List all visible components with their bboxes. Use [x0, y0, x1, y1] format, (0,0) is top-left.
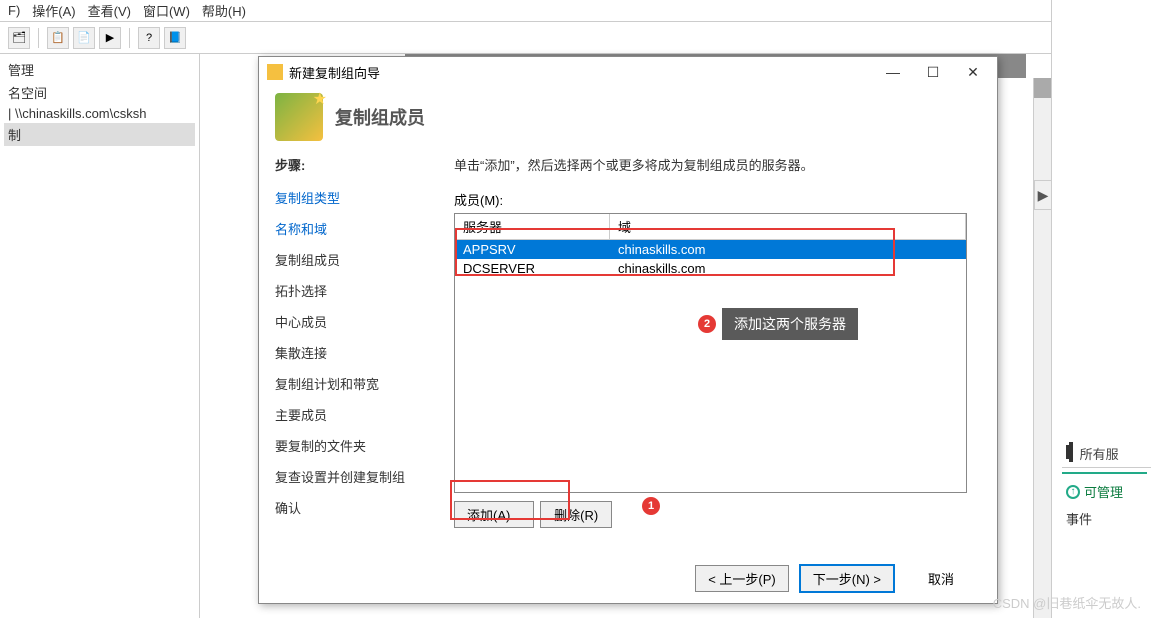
table-row[interactable]: APPSRV chinaskills.com [455, 240, 966, 259]
col-server[interactable]: 服务器 [455, 214, 610, 239]
toolbar-btn-4[interactable]: ▶ [99, 27, 121, 49]
divider [1062, 472, 1147, 474]
menubar: F) 操作(A) 查看(V) 窗口(W) 帮助(H) [0, 0, 1151, 22]
cell-server: APPSRV [455, 240, 610, 259]
tree-management[interactable]: 管理 [4, 58, 195, 81]
menu-view[interactable]: 查看(V) [88, 1, 131, 20]
toolbar-btn-3[interactable]: 📄 [73, 27, 95, 49]
annotation-badge-2: 2 [698, 315, 716, 333]
toolbar: 🗂 📋 📄 ▶ ? 📘 [0, 22, 1151, 54]
scroll-thumb[interactable] [1034, 78, 1051, 98]
check-circle-icon: ↑ [1066, 485, 1080, 499]
annotation-badge-1: 1 [642, 497, 660, 515]
right-sidebar: ▶ 所有服 ↑ 可管理 事件 [1051, 0, 1151, 618]
next-button[interactable]: 下一步(N) > [799, 564, 895, 593]
button-row: 添加(A)... 删除(R) [454, 501, 967, 528]
wizard-footer: < 上一步(P) 下一步(N) > 取消 [259, 553, 997, 603]
wizard-title: 新建复制组向导 [289, 63, 873, 82]
close-button[interactable]: ✕ [953, 60, 993, 84]
step-topology[interactable]: 拓扑选择 [275, 275, 428, 306]
menu-help[interactable]: 帮助(H) [202, 1, 246, 20]
replication-group-icon [275, 93, 323, 141]
toolbar-help-icon[interactable]: ? [138, 27, 160, 49]
tree-control[interactable]: 制 [4, 123, 195, 146]
wizard-content: 单击“添加”，然后选择两个或更多将成为复制组成员的服务器。 成员(M): 服务器… [444, 147, 997, 553]
steps-label: 步骤: [275, 155, 428, 174]
tree-path[interactable]: | \\chinaskills.com\csksh [4, 104, 195, 123]
add-button[interactable]: 添加(A)... [454, 501, 534, 528]
menu-file[interactable]: F) [8, 3, 20, 18]
members-table[interactable]: 服务器 域 APPSRV chinaskills.com DCSERVER ch… [454, 213, 967, 493]
expand-arrow-icon[interactable]: ▶ [1034, 180, 1052, 210]
vertical-scrollbar[interactable] [1033, 78, 1051, 618]
step-review[interactable]: 复查设置并创建复制组 [275, 461, 428, 492]
step-confirm[interactable]: 确认 [275, 492, 428, 523]
menu-window[interactable]: 窗口(W) [143, 1, 190, 20]
separator [129, 28, 130, 48]
annotation-2-wrap: 2 添加这两个服务器 [698, 308, 858, 340]
table-header: 服务器 域 [455, 214, 966, 240]
step-spoke[interactable]: 集散连接 [275, 337, 428, 368]
toolbar-btn-6[interactable]: 📘 [164, 27, 186, 49]
cell-domain: chinaskills.com [610, 259, 966, 278]
left-tree-panel: 管理 名空间 | \\chinaskills.com\csksh 制 [0, 54, 200, 618]
menu-action[interactable]: 操作(A) [32, 1, 75, 20]
previous-button[interactable]: < 上一步(P) [695, 565, 789, 592]
wizard-steps-panel: 步骤: 复制组类型 名称和域 复制组成员 拓扑选择 中心成员 集散连接 复制组计… [259, 147, 444, 553]
toolbar-btn-1[interactable]: 🗂 [8, 27, 30, 49]
watermark: CSDN @旧巷纸伞无故人. [993, 593, 1141, 612]
events-item[interactable]: 事件 [1062, 505, 1151, 532]
tree-namespace[interactable]: 名空间 [4, 81, 195, 104]
minimize-button[interactable]: — [873, 60, 913, 84]
wizard-header: 复制组成员 [259, 87, 997, 147]
servers-icon [1066, 445, 1070, 459]
step-members[interactable]: 复制组成员 [275, 244, 428, 275]
all-servers-header: 所有服 [1062, 440, 1151, 468]
remove-button[interactable]: 删除(R) [540, 501, 612, 528]
wizard-page-title: 复制组成员 [335, 104, 425, 130]
step-primary[interactable]: 主要成员 [275, 399, 428, 430]
annotation-2-label: 添加这两个服务器 [722, 308, 858, 340]
step-hub[interactable]: 中心成员 [275, 306, 428, 337]
cell-server: DCSERVER [455, 259, 610, 278]
wizard-body: 步骤: 复制组类型 名称和域 复制组成员 拓扑选择 中心成员 集散连接 复制组计… [259, 147, 997, 553]
cell-domain: chinaskills.com [610, 240, 966, 259]
step-folders[interactable]: 要复制的文件夹 [275, 430, 428, 461]
maximize-button[interactable]: ☐ [913, 60, 953, 84]
manageable-item[interactable]: ↑ 可管理 [1062, 478, 1151, 505]
instruction-text: 单击“添加”，然后选择两个或更多将成为复制组成员的服务器。 [454, 155, 967, 174]
col-domain[interactable]: 域 [610, 214, 966, 239]
members-label: 成员(M): [454, 190, 967, 209]
wizard-folder-icon [267, 64, 283, 80]
wizard-titlebar: 新建复制组向导 — ☐ ✕ [259, 57, 997, 87]
wizard-dialog: 新建复制组向导 — ☐ ✕ 复制组成员 步骤: 复制组类型 名称和域 复制组成员… [258, 56, 998, 604]
separator [38, 28, 39, 48]
table-row[interactable]: DCSERVER chinaskills.com [455, 259, 966, 278]
cancel-button[interactable]: 取消 [905, 566, 977, 591]
step-type[interactable]: 复制组类型 [275, 182, 428, 213]
step-schedule[interactable]: 复制组计划和带宽 [275, 368, 428, 399]
step-name-domain[interactable]: 名称和域 [275, 213, 428, 244]
toolbar-btn-2[interactable]: 📋 [47, 27, 69, 49]
